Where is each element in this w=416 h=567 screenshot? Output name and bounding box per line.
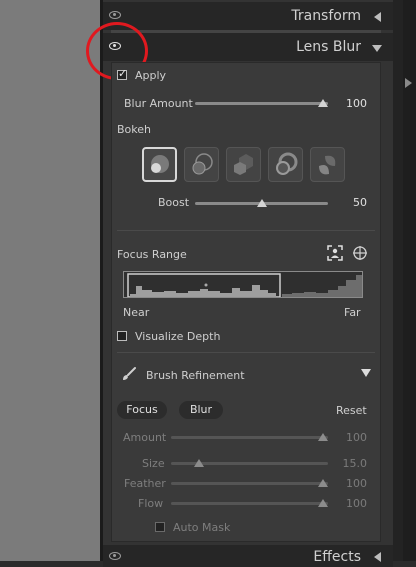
reset-button[interactable]: Reset — [336, 404, 367, 417]
brush-refinement-label: Brush Refinement — [146, 369, 245, 382]
flow-label: Flow — [138, 497, 164, 510]
boost-value[interactable]: 50 — [327, 196, 367, 209]
visibility-eye-icon[interactable] — [109, 11, 121, 19]
transform-title: Transform — [291, 8, 361, 24]
bokeh-ring-icon — [276, 152, 298, 175]
boost-label: Boost — [158, 196, 190, 209]
amount-label: Amount — [123, 431, 167, 444]
brush-icon — [123, 367, 136, 380]
section-separator — [117, 352, 375, 353]
depth-histogram-graph — [127, 273, 362, 297]
blur-amount-label: Blur Amount — [124, 97, 193, 110]
boost-thumb[interactable] — [257, 199, 267, 207]
bokeh-circle-icon — [151, 155, 169, 173]
visibility-eye-icon[interactable] — [109, 552, 121, 560]
focus-brush-button[interactable]: Focus — [117, 401, 167, 419]
expanded-triangle-icon[interactable] — [372, 45, 382, 52]
bokeh-bubble-button[interactable] — [184, 147, 219, 182]
point-focus-icon[interactable] — [352, 245, 368, 261]
apply-checkbox[interactable] — [117, 67, 127, 80]
size-thumb[interactable] — [194, 459, 204, 467]
bokeh-cateye-icon — [319, 155, 336, 175]
focus-range-label: Focus Range — [117, 248, 187, 261]
bokeh-cateye-button[interactable] — [310, 147, 345, 182]
near-label: Near — [123, 306, 150, 319]
flow-value[interactable]: 100 — [327, 497, 367, 510]
collapsed-triangle-icon[interactable] — [374, 12, 381, 22]
transform-panel-header[interactable]: Transform — [103, 2, 393, 30]
effects-title: Effects — [313, 549, 361, 565]
effects-panel-header[interactable]: Effects — [103, 545, 393, 567]
amount-value[interactable]: 100 — [327, 431, 367, 444]
focus-range-histogram[interactable] — [123, 271, 363, 298]
auto-mask-checkbox[interactable] — [155, 522, 165, 532]
lens-blur-title: Lens Blur — [296, 39, 361, 55]
bokeh-bubble-icon — [192, 153, 213, 175]
bokeh-circle-button[interactable] — [142, 147, 177, 182]
size-value[interactable]: 15.0 — [327, 457, 368, 470]
blur-brush-button[interactable]: Blur — [179, 401, 223, 419]
section-separator — [117, 230, 375, 231]
blur-amount-value[interactable]: 100 — [327, 97, 367, 110]
expand-right-icon[interactable] — [405, 78, 412, 88]
auto-mask-label: Auto Mask — [173, 521, 231, 534]
amount-slider[interactable] — [171, 436, 328, 439]
bokeh-label: Bokeh — [117, 123, 151, 136]
apply-label: Apply — [135, 69, 167, 82]
lens-blur-content — [111, 62, 381, 542]
bokeh-blade-button[interactable] — [226, 147, 261, 182]
subject-focus-icon[interactable] — [327, 245, 343, 261]
bokeh-blade-icon — [234, 154, 253, 175]
size-label: Size — [142, 457, 165, 470]
feather-slider[interactable] — [171, 482, 328, 485]
brush-refinement-toggle-icon[interactable] — [361, 369, 371, 377]
panel-scrollbar[interactable] — [393, 0, 403, 561]
visualize-depth-checkbox[interactable] — [117, 331, 127, 341]
blur-amount-slider[interactable] — [195, 102, 328, 105]
feather-label: Feather — [124, 477, 166, 490]
far-label: Far — [344, 306, 361, 319]
bokeh-ring-button[interactable] — [268, 147, 303, 182]
visualize-depth-label: Visualize Depth — [135, 330, 221, 343]
flow-slider[interactable] — [171, 502, 328, 505]
canvas-area — [0, 0, 100, 561]
feather-value[interactable]: 100 — [327, 477, 367, 490]
